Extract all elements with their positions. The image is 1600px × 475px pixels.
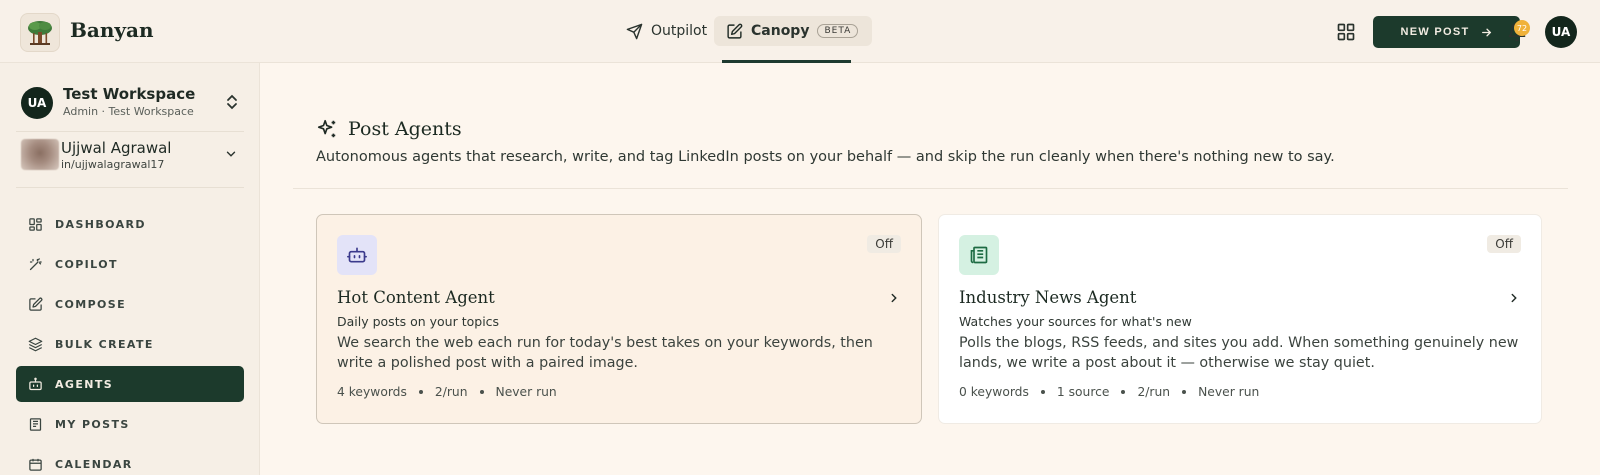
agent-icon-box <box>337 235 377 275</box>
sidebar-item-compose[interactable]: COMPOSE <box>16 286 244 322</box>
chevron-up-down-icon[interactable] <box>226 93 238 111</box>
agent-subtitle: Daily posts on your topics <box>337 314 500 329</box>
notification-count-badge: 72 <box>1514 20 1530 36</box>
sidebar-item-agents[interactable]: AGENTS <box>16 366 244 402</box>
meta-separator <box>1040 390 1045 394</box>
status-badge: Off <box>1487 235 1521 253</box>
tab-outpilot[interactable]: Outpilot <box>614 16 719 46</box>
brand-name: Banyan <box>70 18 154 42</box>
workspace-avatar: UA <box>21 87 53 119</box>
agent-meta: 4 keywords 2/run Never run <box>337 385 557 399</box>
new-post-button[interactable]: NEW POST <box>1373 16 1520 48</box>
beta-badge: BETA <box>817 24 859 38</box>
meta-keywords: 4 keywords <box>337 385 407 399</box>
tab-canopy-label: Canopy <box>751 23 810 39</box>
tab-outpilot-label: Outpilot <box>651 23 708 39</box>
page-title: Post Agents <box>348 118 462 140</box>
page-description: Autonomous agents that research, write, … <box>316 149 1335 165</box>
compose-icon <box>29 297 43 311</box>
robot-icon <box>29 377 42 390</box>
sidebar-item-calendar[interactable]: CALENDAR <box>16 446 244 475</box>
sidebar-item-copilot[interactable]: COPILOT <box>16 246 244 282</box>
meta-last-run: Never run <box>1198 385 1260 399</box>
meta-sources: 1 source <box>1056 385 1110 399</box>
newspaper-icon <box>970 246 988 264</box>
send-icon <box>626 23 643 39</box>
agent-card-industry-news[interactable]: Off Industry News Agent Watches your sou… <box>938 214 1542 424</box>
layers-icon <box>28 337 43 351</box>
sidebar-item-label: CALENDAR <box>55 457 133 471</box>
user-name[interactable]: Ujjwal Agrawal <box>61 139 171 157</box>
agent-icon-box <box>959 235 999 275</box>
sidebar-item-label: DASHBOARD <box>55 217 146 231</box>
sparkles-icon <box>317 119 336 138</box>
sidebar-item-label: COMPOSE <box>55 297 127 311</box>
robot-icon <box>347 247 367 263</box>
sidebar-item-label: BULK CREATE <box>55 337 154 351</box>
meta-per-run: 2/run <box>1137 385 1171 399</box>
sidebar-item-bulk-create[interactable]: BULK CREATE <box>16 326 244 362</box>
agent-subtitle: Watches your sources for what's new <box>959 314 1192 329</box>
status-badge: Off <box>867 235 901 253</box>
sidebar-divider <box>16 187 244 188</box>
apps-grid-icon[interactable] <box>1336 22 1356 42</box>
user-handle: in/ujjwalagrawal17 <box>61 158 165 171</box>
newspaper-icon <box>29 417 42 431</box>
agent-title: Industry News Agent <box>959 288 1137 307</box>
chevron-right-icon[interactable] <box>887 291 901 305</box>
edit-icon <box>727 23 743 39</box>
chevron-right-icon[interactable] <box>1507 291 1521 305</box>
workspace-role: Admin · Test Workspace <box>63 105 194 118</box>
meta-separator <box>1182 390 1187 394</box>
agent-card-hot-content[interactable]: Off Hot Content Agent Daily posts on you… <box>316 214 922 424</box>
meta-last-run: Never run <box>495 385 557 399</box>
tab-canopy[interactable]: Canopy BETA <box>714 16 873 46</box>
meta-per-run: 2/run <box>434 385 468 399</box>
agent-description: Polls the blogs, RSS feeds, and sites yo… <box>959 335 1519 371</box>
meta-separator <box>1121 390 1126 394</box>
sidebar-item-label: COPILOT <box>55 257 118 271</box>
meta-separator <box>479 390 484 394</box>
meta-keywords: 0 keywords <box>959 385 1029 399</box>
sidebar-item-label: MY POSTS <box>55 417 130 431</box>
sidebar: UA Test Workspace Admin · Test Workspace… <box>0 63 260 475</box>
tree-icon <box>28 20 52 45</box>
new-post-label: NEW POST <box>1400 26 1470 38</box>
user-avatar[interactable]: UA <box>1545 16 1577 48</box>
header-divider <box>293 188 1568 189</box>
chevron-down-icon[interactable] <box>224 147 238 161</box>
user-profile-photo <box>21 139 59 170</box>
calendar-icon <box>29 458 42 471</box>
agent-meta: 0 keywords 1 source 2/run Never run <box>959 385 1259 399</box>
sidebar-item-dashboard[interactable]: DASHBOARD <box>16 206 244 242</box>
meta-separator <box>418 390 423 394</box>
top-bar: Banyan Outpilot Canopy BETA NEW POST 72 … <box>0 0 1600 63</box>
sidebar-divider <box>16 131 244 132</box>
agent-description: We search the web each run for today's b… <box>337 335 873 371</box>
sidebar-item-label: AGENTS <box>55 377 114 391</box>
main-content: Post Agents Autonomous agents that resea… <box>261 63 1600 475</box>
arrow-right-icon <box>1481 28 1491 36</box>
banyan-logo[interactable] <box>20 13 60 52</box>
dashboard-icon <box>29 217 42 231</box>
workspace-name[interactable]: Test Workspace <box>63 85 195 103</box>
magic-wand-icon <box>29 257 42 270</box>
agent-title: Hot Content Agent <box>337 288 495 307</box>
sidebar-item-my-posts[interactable]: MY POSTS <box>16 406 244 442</box>
